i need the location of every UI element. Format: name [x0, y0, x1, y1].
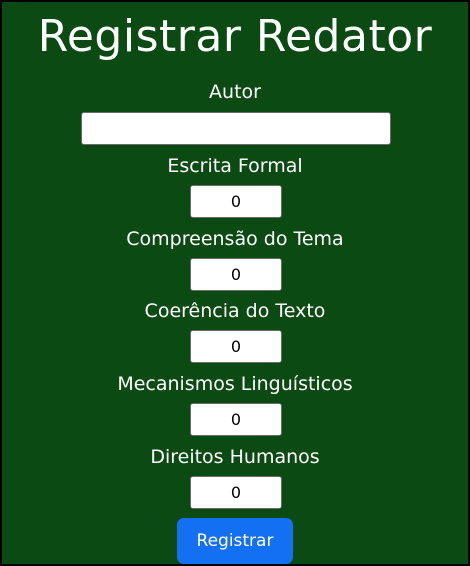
formal-writing-input[interactable]: [190, 185, 282, 218]
page-title: Registrar Redator: [37, 11, 433, 62]
author-input[interactable]: [81, 112, 391, 145]
formal-writing-label: Escrita Formal: [167, 155, 303, 177]
register-writer-form: Registrar Redator Autor Escrita Formal C…: [0, 0, 470, 566]
theme-comprehension-label: Compreensão do Tema: [126, 228, 344, 250]
linguistic-mechanisms-input[interactable]: [190, 403, 282, 436]
human-rights-input[interactable]: [190, 476, 282, 509]
text-coherence-input[interactable]: [190, 330, 282, 363]
linguistic-mechanisms-label: Mecanismos Linguísticos: [117, 373, 353, 395]
register-button[interactable]: Registrar: [177, 518, 293, 564]
human-rights-label: Direitos Humanos: [150, 446, 320, 468]
theme-comprehension-input[interactable]: [190, 258, 282, 291]
author-label: Autor: [209, 81, 261, 103]
text-coherence-label: Coerência do Texto: [144, 300, 326, 322]
